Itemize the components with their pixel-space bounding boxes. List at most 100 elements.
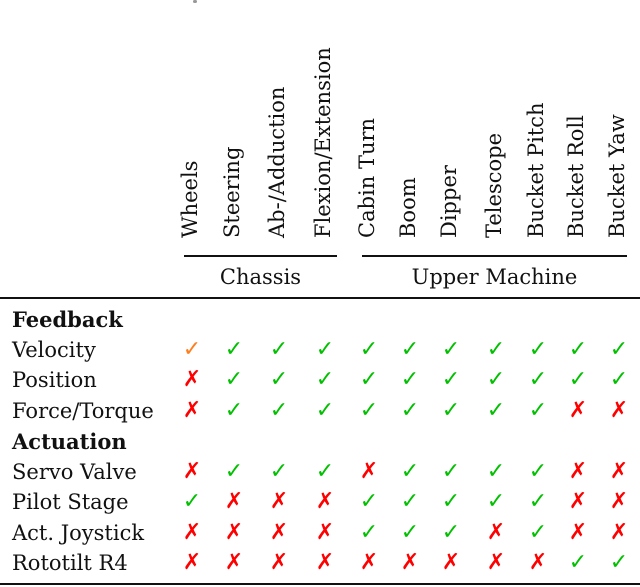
column-header: Wheels <box>178 160 202 238</box>
row-label: Position <box>12 368 97 392</box>
check-icon: ✓ <box>315 336 335 362</box>
check-icon: ✓ <box>528 458 548 484</box>
group-label: Upper Machine <box>411 265 578 289</box>
check-icon: ✓ <box>486 489 506 514</box>
column-header: Bucket Yaw <box>605 114 629 238</box>
column-header: Telescope <box>482 133 506 238</box>
cross-icon: ✗ <box>182 550 202 575</box>
check-icon: ✓ <box>528 489 548 514</box>
check-icon: ✓ <box>359 336 379 362</box>
check-icon: ✓ <box>224 336 244 362</box>
check-icon: ✓ <box>441 397 461 423</box>
cross-icon: ✗ <box>568 397 588 423</box>
check-icon: ✓ <box>486 336 506 362</box>
cross-icon: ✗ <box>269 489 289 514</box>
cross-icon: ✗ <box>568 458 588 484</box>
cross-icon: ✗ <box>486 550 506 575</box>
row-label: Force/Torque <box>12 398 154 423</box>
check-icon: ✓ <box>359 489 379 514</box>
cross-icon: ✗ <box>315 550 335 575</box>
check-icon: ✓ <box>486 367 506 392</box>
cropped-glyph-fragment <box>193 0 197 3</box>
column-header: Flexion/Extension <box>311 47 335 238</box>
group-label: Chassis <box>219 265 302 289</box>
group-underline <box>362 255 627 257</box>
cross-icon: ✗ <box>269 550 289 575</box>
check-icon: ✓ <box>315 367 335 392</box>
check-icon: ✓ <box>315 458 335 484</box>
top-rule <box>0 297 640 299</box>
group-underline <box>184 255 337 257</box>
cross-icon: ✗ <box>568 519 588 545</box>
cross-icon: ✗ <box>269 519 289 545</box>
check-icon: ✓ <box>269 367 289 392</box>
cross-icon: ✗ <box>224 519 244 545</box>
check-icon: ✓ <box>528 367 548 392</box>
check-icon: ✓ <box>568 336 588 362</box>
check-icon: ✓ <box>441 367 461 392</box>
check-icon: ✓ <box>528 397 548 423</box>
check-icon: ✓ <box>528 336 548 362</box>
column-header: Steering <box>220 146 244 238</box>
check-icon: ✓ <box>441 458 461 484</box>
check-icon: ✓ <box>609 336 629 362</box>
cross-icon: ✗ <box>609 458 629 484</box>
row-label: Act. Joystick <box>12 520 145 545</box>
cross-icon: ✗ <box>528 550 548 575</box>
check-icon: ✓ <box>224 367 244 392</box>
check-icon: ✓ <box>609 550 629 575</box>
check-icon: ✓ <box>400 519 420 545</box>
check-icon: ✓ <box>400 397 420 423</box>
cross-icon: ✗ <box>182 397 202 423</box>
row-label: Pilot Stage <box>12 490 129 514</box>
cross-icon: ✗ <box>609 489 629 514</box>
cross-icon: ✗ <box>315 489 335 514</box>
check-icon: ✓ <box>400 367 420 392</box>
cross-icon: ✗ <box>609 519 629 545</box>
check-icon: ✓ <box>400 458 420 484</box>
section-heading: Feedback <box>12 307 123 332</box>
column-header: Cabin Turn <box>355 117 379 238</box>
cross-icon: ✗ <box>441 550 461 575</box>
check-icon: ✓ <box>486 397 506 423</box>
cross-icon: ✗ <box>568 489 588 514</box>
check-icon: ✓ <box>400 489 420 514</box>
check-icon: ✓ <box>359 397 379 423</box>
check-icon: ✓ <box>400 336 420 362</box>
column-header: Ab-/Adduction <box>265 86 289 238</box>
cross-icon: ✗ <box>224 489 244 514</box>
row-label: Rototilt R4 <box>12 551 128 575</box>
column-header: Dipper <box>437 165 461 238</box>
check-icon: ✓ <box>441 519 461 545</box>
check-icon: ✓ <box>609 367 629 392</box>
cross-icon: ✗ <box>486 519 506 545</box>
check-icon: ✓ <box>315 397 335 423</box>
cross-icon: ✗ <box>609 397 629 423</box>
check-icon: ✓ <box>269 458 289 484</box>
bottom-rule <box>0 583 640 585</box>
cross-icon: ✗ <box>182 367 202 392</box>
check-icon: ✓ <box>182 336 202 362</box>
row-label: Servo Valve <box>12 459 137 484</box>
cross-icon: ✗ <box>400 550 420 575</box>
column-header: Bucket Pitch <box>524 102 548 238</box>
cross-icon: ✗ <box>182 458 202 484</box>
column-header: Bucket Roll <box>564 115 588 238</box>
check-icon: ✓ <box>359 367 379 392</box>
check-icon: ✓ <box>441 336 461 362</box>
check-icon: ✓ <box>568 550 588 575</box>
cross-icon: ✗ <box>315 519 335 545</box>
check-icon: ✓ <box>359 519 379 545</box>
cross-icon: ✗ <box>359 550 379 575</box>
column-header: Boom <box>396 177 420 238</box>
check-icon: ✓ <box>182 489 202 514</box>
check-icon: ✓ <box>568 367 588 392</box>
cross-icon: ✗ <box>359 458 379 484</box>
row-label: Velocity <box>12 337 96 362</box>
check-icon: ✓ <box>224 458 244 484</box>
cross-icon: ✗ <box>182 519 202 545</box>
check-icon: ✓ <box>528 519 548 545</box>
check-icon: ✓ <box>269 397 289 423</box>
check-icon: ✓ <box>224 397 244 423</box>
check-icon: ✓ <box>269 336 289 362</box>
